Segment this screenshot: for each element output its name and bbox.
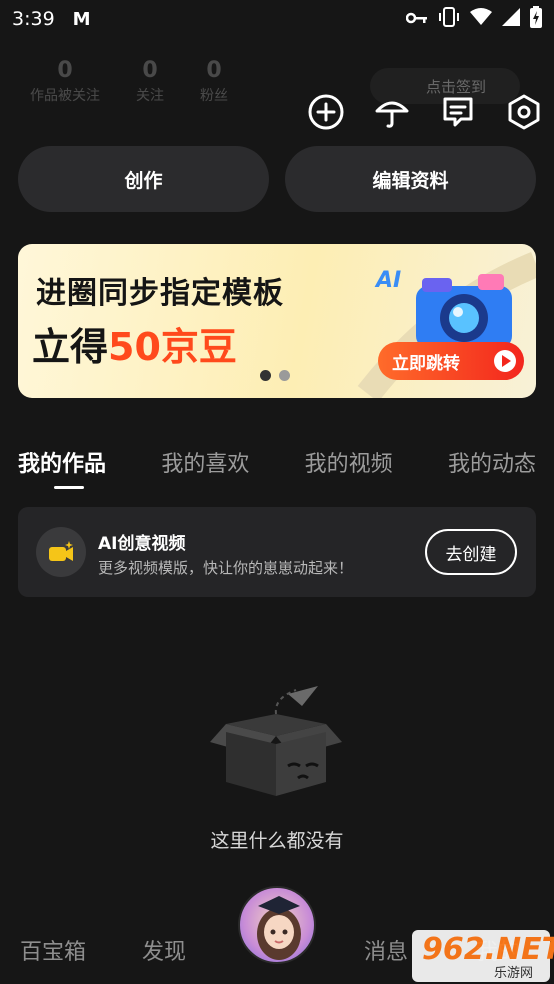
- tab-label: 我的视频: [304, 452, 393, 477]
- banner-reward: 立得50京豆: [32, 316, 237, 371]
- go-create-button[interactable]: 去创建: [425, 529, 517, 575]
- status-icons: [405, 6, 542, 32]
- wifi-icon: [470, 8, 492, 30]
- gmail-icon: M: [72, 8, 91, 30]
- banner-headline: 进圈同步指定模板: [36, 276, 284, 311]
- video-sparkle-icon: [36, 527, 86, 577]
- nav-item-treasure-box[interactable]: 百宝箱: [20, 934, 86, 966]
- watermark-sub: 乐游网: [494, 966, 534, 981]
- tab-my-moments[interactable]: 我的动态: [448, 446, 536, 478]
- play-icon: [494, 350, 516, 372]
- avatar[interactable]: [238, 886, 316, 964]
- tab-my-videos[interactable]: 我的视频: [305, 446, 393, 478]
- profile-actions: 创作 编辑资料: [18, 146, 536, 212]
- edit-profile-button[interactable]: 编辑资料: [285, 146, 536, 212]
- stat-value: 0: [206, 58, 222, 83]
- active-tab-indicator: [54, 486, 84, 489]
- site-watermark: 962.NET 乐游网: [412, 930, 554, 982]
- vibrate-icon: [438, 7, 460, 31]
- content-tabs: 我的作品 我的喜欢 我的视频 我的动态: [18, 446, 536, 489]
- signal-icon: [502, 8, 520, 30]
- pager-dot: [279, 370, 290, 381]
- ai-card-title: AI创意视频: [98, 534, 186, 554]
- stat-value: 0: [57, 58, 73, 83]
- pager-dot-active: [260, 370, 271, 381]
- stat-label: 关注: [136, 88, 164, 104]
- tab-my-works[interactable]: 我的作品: [18, 446, 107, 489]
- settings-icon[interactable]: [504, 92, 544, 132]
- stat-following[interactable]: 0 关注: [136, 58, 164, 105]
- stat-followed-works[interactable]: 0 作品被关注: [30, 58, 100, 105]
- nav-item-messages[interactable]: 消息: [364, 934, 408, 966]
- tab-label: 我的喜欢: [161, 452, 250, 477]
- stat-label: 粉丝: [200, 88, 228, 104]
- banner-reward-prefix: 立得: [32, 325, 109, 369]
- status-bar: 3:39 M: [0, 0, 554, 38]
- watermark-main: 962.NET: [422, 932, 554, 967]
- banner-ai-tag: AI: [376, 268, 402, 293]
- umbrella-icon[interactable]: [372, 92, 412, 132]
- tab-label: 我的动态: [447, 452, 536, 477]
- message-icon[interactable]: [438, 92, 478, 132]
- create-button[interactable]: 创作: [18, 146, 269, 212]
- ai-video-card: AI创意视频 更多视频模版，快让你的崽崽动起来！ 去创建: [18, 507, 536, 597]
- tab-label: 我的作品: [18, 452, 107, 477]
- empty-state-text: 这里什么都没有: [210, 830, 344, 852]
- key-icon: [405, 10, 428, 29]
- empty-box-icon: [210, 686, 342, 796]
- stat-value: 0: [142, 58, 158, 83]
- promo-banner[interactable]: 进圈同步指定模板 立得50京豆 AI 立即跳转: [18, 244, 536, 398]
- banner-pager: [260, 370, 290, 381]
- tab-my-likes[interactable]: 我的喜欢: [161, 446, 249, 478]
- avatar-girl-icon: [257, 896, 301, 960]
- profile-stats: 0 作品被关注 0 关注 0 粉丝: [30, 58, 228, 105]
- status-time: 3:39: [12, 8, 55, 30]
- plus-circle-icon[interactable]: [306, 92, 346, 132]
- ai-card-subtitle: 更多视频模版，快让你的崽崽动起来！: [98, 559, 354, 577]
- banner-cta-label: 立即跳转: [392, 353, 460, 374]
- banner-reward-highlight: 50京豆: [108, 325, 237, 369]
- stat-label: 作品被关注: [30, 88, 100, 104]
- top-actions: [306, 92, 544, 132]
- battery-icon: [530, 6, 542, 32]
- banner-cta-button[interactable]: 立即跳转: [378, 342, 524, 380]
- nav-item-discover[interactable]: 发现: [142, 934, 186, 966]
- stat-followers[interactable]: 0 粉丝: [200, 58, 228, 105]
